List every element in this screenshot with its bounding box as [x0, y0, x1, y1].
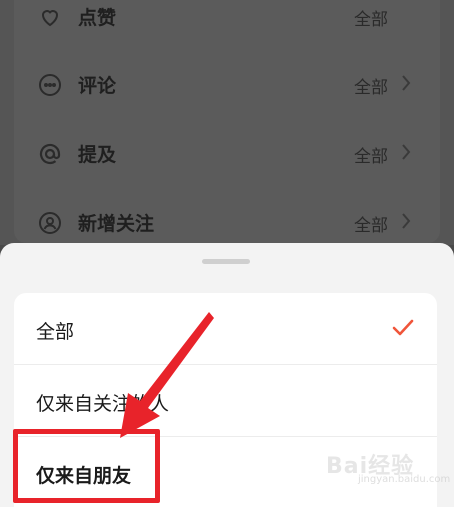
settings-row-value: 全部: [354, 78, 388, 98]
settings-row-label: 点赞: [78, 7, 117, 29]
chevron-right-icon: [402, 144, 411, 160]
watermark-url: jingyan.baidu.com: [358, 474, 451, 485]
user-follow-icon: [39, 212, 61, 234]
option-all[interactable]: 全部: [14, 293, 437, 365]
checkmark-icon: [392, 319, 414, 336]
settings-row-value: 全部: [354, 216, 388, 236]
sheet-drag-handle[interactable]: [202, 259, 250, 264]
background-overlay[interactable]: 点赞 全部 评论 全部 提及 全部 新增关注 全部: [0, 0, 454, 245]
settings-row-value: 全部: [354, 10, 388, 30]
settings-row-label: 评论: [78, 75, 117, 97]
heart-icon: [41, 10, 59, 27]
settings-row-label: 新增关注: [78, 213, 155, 235]
comment-icon: [39, 74, 61, 96]
at-icon: [39, 143, 61, 165]
annotation-highlight-box: [13, 429, 160, 503]
settings-row-mention: 提及 全部: [14, 120, 440, 190]
settings-row-like: 点赞 全部: [14, 0, 440, 53]
settings-row-value: 全部: [354, 147, 388, 167]
chevron-right-icon: [402, 75, 411, 91]
settings-row-comment: 评论 全部: [14, 51, 440, 121]
option-label: 仅来自关注的人: [36, 393, 170, 415]
chevron-right-icon: [402, 213, 411, 229]
option-label: 全部: [36, 321, 75, 343]
settings-row-label: 提及: [78, 144, 117, 166]
notification-settings-list: 点赞 全部 评论 全部 提及 全部 新增关注 全部: [14, 0, 440, 243]
option-following-only[interactable]: 仅来自关注的人: [14, 365, 437, 437]
